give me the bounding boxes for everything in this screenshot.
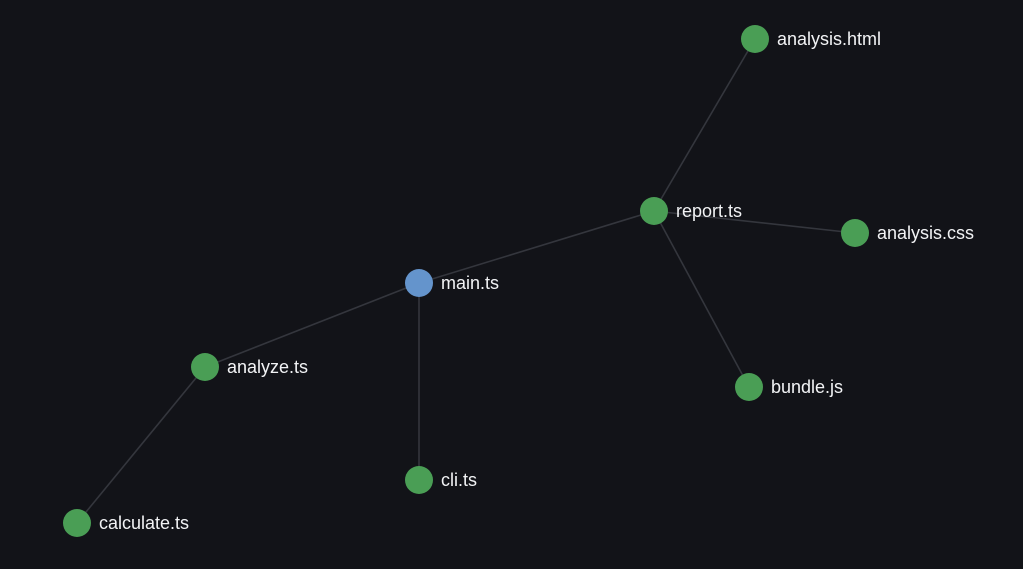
node-circle-analysis-html[interactable] <box>741 25 769 53</box>
edge-report-to-bundle <box>653 210 750 388</box>
node-cli[interactable]: cli.ts <box>405 466 477 494</box>
node-circle-cli[interactable] <box>405 466 433 494</box>
node-label-calculate[interactable]: calculate.ts <box>99 513 189 533</box>
node-circle-report[interactable] <box>640 197 668 225</box>
node-report[interactable]: report.ts <box>640 197 742 225</box>
nodes-layer: main.ts analyze.ts calculate.ts cli.ts repor… <box>63 25 974 537</box>
node-bundle[interactable]: bundle.js <box>735 373 843 401</box>
node-circle-bundle[interactable] <box>735 373 763 401</box>
node-label-analysis-html[interactable]: analysis.html <box>777 29 881 49</box>
edge-main-to-analyze <box>204 282 420 368</box>
node-label-main[interactable]: main.ts <box>441 273 499 293</box>
edge-analyze-to-calculate <box>76 366 206 524</box>
node-circle-main[interactable] <box>405 269 433 297</box>
node-label-analyze[interactable]: analyze.ts <box>227 357 308 377</box>
node-calculate[interactable]: calculate.ts <box>63 509 189 537</box>
node-label-report[interactable]: report.ts <box>676 201 742 221</box>
node-label-cli[interactable]: cli.ts <box>441 470 477 490</box>
node-circle-analysis-css[interactable] <box>841 219 869 247</box>
node-analyze[interactable]: analyze.ts <box>191 353 308 381</box>
node-circle-analyze[interactable] <box>191 353 219 381</box>
dependency-graph: main.ts analyze.ts calculate.ts cli.ts repor… <box>63 25 974 537</box>
node-main[interactable]: main.ts <box>405 269 499 297</box>
node-analysis-css[interactable]: analysis.css <box>841 219 974 247</box>
node-circle-calculate[interactable] <box>63 509 91 537</box>
node-analysis-html[interactable]: analysis.html <box>741 25 881 53</box>
node-label-analysis-css[interactable]: analysis.css <box>877 223 974 243</box>
edge-report-to-analysis-html <box>653 38 756 212</box>
node-label-bundle[interactable]: bundle.js <box>771 377 843 397</box>
